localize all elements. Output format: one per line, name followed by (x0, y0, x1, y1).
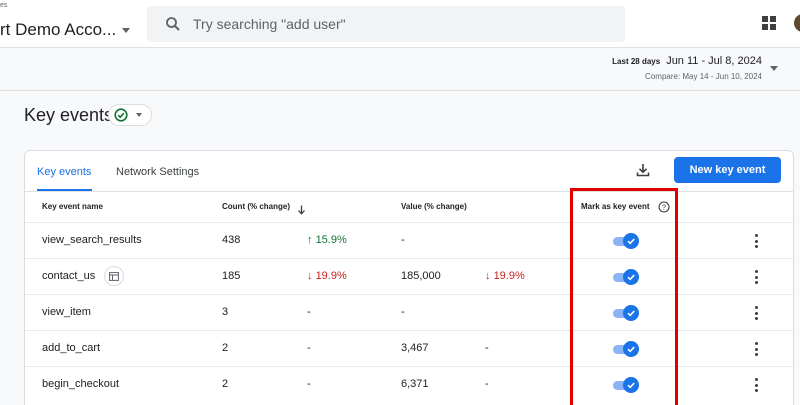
compare-range: Compare: May 14 - Jun 10, 2024 (645, 72, 762, 81)
account-name: rt Demo Acco... (0, 20, 117, 39)
table-row: begin_checkout 2 - 6,371 - (25, 366, 793, 402)
count-change: - (307, 378, 311, 390)
event-name: begin_checkout (42, 378, 120, 390)
event-name: add_to_cart (42, 342, 101, 354)
search-icon (155, 16, 191, 32)
highlight-box (570, 188, 678, 405)
arrow-down-icon: ↓ (485, 270, 491, 282)
table-row: view_item 3 - - (25, 294, 793, 330)
event-name: view_search_results (42, 234, 142, 246)
event-value: 6,371 (401, 378, 429, 390)
event-count: 2 (222, 342, 229, 354)
download-icon[interactable] (636, 163, 650, 182)
value-change: - (485, 342, 489, 354)
top-bar: es rt Demo Acco... Try searching "add us… (0, 0, 800, 48)
value-change: - (485, 378, 489, 390)
apps-grid-icon[interactable] (762, 16, 776, 30)
page-title: Key events (24, 105, 114, 125)
tab-key-events[interactable]: Key events (37, 166, 91, 178)
search-placeholder: Try searching "add user" (193, 16, 346, 32)
column-header-name[interactable]: Key event name (42, 202, 103, 211)
event-value: 3,467 (401, 342, 429, 354)
date-range-value: Jun 11 - Jul 8, 2024 (666, 55, 762, 67)
date-range-label: Last 28 days (612, 57, 661, 66)
new-key-event-button[interactable]: New key event (674, 157, 781, 183)
more-options-icon[interactable] (755, 342, 759, 356)
key-events-card: Key events Network Settings New key even… (24, 150, 794, 405)
arrow-up-icon: ↑ (307, 234, 313, 246)
event-count: 3 (222, 306, 229, 318)
event-name: view_item (42, 306, 91, 318)
more-options-icon[interactable] (755, 378, 759, 392)
event-value: - (401, 306, 405, 318)
avatar[interactable] (794, 14, 800, 32)
count-change: - (307, 306, 311, 318)
count-change: - (307, 342, 311, 354)
event-count: 185 (222, 270, 241, 282)
breadcrumb[interactable]: es (0, 2, 7, 9)
more-options-icon[interactable] (755, 306, 759, 320)
divider (25, 191, 793, 192)
count-change: ↓ 19.9% (307, 270, 347, 282)
table-row: view_search_results 438 ↑ 15.9% - (25, 222, 793, 258)
more-options-icon[interactable] (755, 270, 759, 284)
event-name: contact_us (42, 270, 96, 282)
tab-network-settings[interactable]: Network Settings (116, 166, 199, 178)
column-header-count[interactable]: Count (% change) (222, 202, 290, 211)
event-count: 2 (222, 378, 229, 390)
table-row: contact_us 185 ↓ 19.9% 185,000 ↓ 19.9% (25, 258, 793, 294)
sort-arrow-down-icon[interactable] (297, 202, 306, 220)
chevron-down-icon (136, 113, 142, 117)
status-dropdown[interactable] (108, 104, 152, 126)
event-value: - (401, 234, 405, 246)
column-header-value[interactable]: Value (% change) (401, 202, 467, 211)
date-range-picker[interactable]: Last 28 days Jun 11 - Jul 8, 2024 Compare… (612, 55, 762, 81)
arrow-down-icon: ↓ (307, 270, 313, 282)
event-count: 438 (222, 234, 241, 246)
event-details-icon[interactable] (104, 266, 124, 286)
divider (0, 90, 800, 91)
table-row: add_to_cart 2 - 3,467 - (25, 330, 793, 366)
chevron-down-icon (122, 27, 131, 33)
chevron-down-icon[interactable] (770, 66, 778, 71)
check-circle-icon (114, 108, 128, 122)
more-options-icon[interactable] (755, 234, 759, 248)
search-bar[interactable]: Try searching "add user" (147, 6, 625, 42)
event-value: 185,000 (401, 270, 441, 282)
value-change: ↓ 19.9% (485, 270, 525, 282)
count-change: ↑ 15.9% (307, 234, 347, 246)
account-selector[interactable]: rt Demo Acco... (0, 20, 131, 40)
